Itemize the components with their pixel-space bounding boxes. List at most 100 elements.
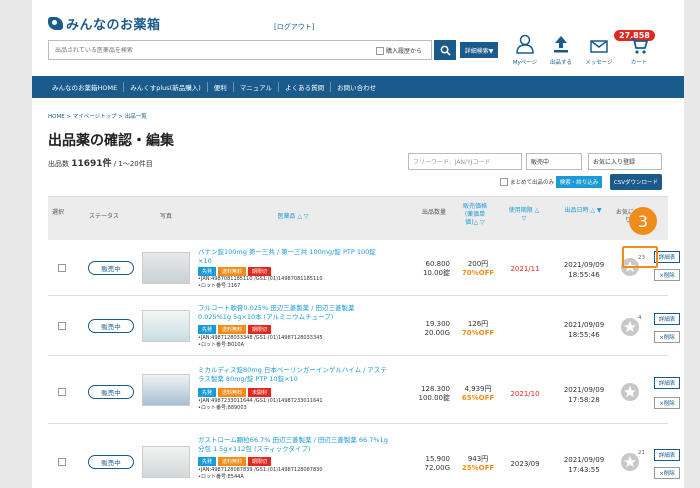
row-checkbox[interactable]	[58, 322, 66, 330]
product-name-link[interactable]: ガストローム顆粒66.7% 田辺三菱製薬 / 田辺三菱製薬 66.7%1g 分包…	[198, 436, 388, 454]
product-tags: 先発 送料無料 期限切	[198, 325, 272, 334]
lot-number: •ロット番号:889003	[198, 405, 247, 411]
upload-button[interactable]: 出品する	[544, 32, 578, 68]
tag-original: 先発	[198, 325, 217, 334]
mypage-button[interactable]: Myページ	[508, 32, 542, 68]
tag-free-shipping: 送料無料	[218, 267, 247, 276]
upload-label: 出品する	[549, 60, 572, 66]
nav-item-faq[interactable]: よくある質問	[279, 82, 332, 92]
product-name-link[interactable]: フルコート軟膏0.025% 田辺三菱製薬 / 田辺三菱製薬 0.025%1g 5…	[198, 304, 388, 322]
star-icon	[621, 318, 639, 336]
favorite-count: 21	[638, 450, 645, 456]
site-logo[interactable]: みんなのお薬箱	[48, 14, 161, 33]
product-thumbnail[interactable]	[142, 446, 190, 478]
status-pill[interactable]: 販売中	[88, 385, 134, 399]
favorite-toggle[interactable]	[620, 382, 642, 404]
header-date[interactable]: 出品日時 △ ▼	[560, 207, 606, 215]
outer-background-right	[684, 0, 700, 488]
listing-date-time: 18:55:46	[568, 331, 600, 339]
tag-original: 先発	[198, 388, 217, 397]
delete-button[interactable]: ×削除	[654, 269, 680, 281]
lot-number: •ロット番号:B010A	[198, 342, 245, 348]
favorite-toggle[interactable]: 21	[620, 450, 645, 474]
listing-date-day: 2021/09/09	[563, 386, 605, 394]
lot-number: •ロット番号:1167	[198, 283, 241, 289]
table-row: 販売中 ガストローム顆粒66.7% 田辺三菱製薬 / 田辺三菱製薬 66.7%1…	[48, 424, 680, 488]
header-name[interactable]: 医薬品 △ ▽	[248, 213, 338, 221]
tag-condition: 期限切	[248, 457, 272, 466]
table-row: 販売中 バナン錠100mg 第一三共 / 第一三共 100mg/錠 PTP 10…	[48, 240, 680, 296]
edit-button[interactable]: 詳細表	[654, 377, 680, 389]
count-value: 11691件	[71, 159, 112, 169]
expiry-value: 2021/10	[510, 390, 540, 398]
main-nav: みんなのお薬箱HOME みんくすplus(新品購入) 便利 マニュアル よくある…	[32, 76, 684, 98]
expiry-value: 2023/09	[510, 460, 540, 468]
delete-button[interactable]: ×削除	[654, 467, 680, 479]
lot-number: •ロット番号:E544A	[198, 474, 244, 480]
filter-search-button[interactable]: 検索・絞り込み	[556, 176, 602, 188]
breadcrumb[interactable]: HOME > マイページトップ > 出品一覧	[48, 112, 147, 120]
search-button[interactable]	[434, 40, 456, 60]
csv-download-button[interactable]: CSVダウンロード	[610, 174, 662, 190]
quantity-unit: 100.00錠	[418, 394, 451, 402]
listing-date-day: 2021/09/09	[563, 321, 605, 329]
bulk-only-checkbox[interactable]	[500, 178, 508, 186]
page-title: 出品薬の確認・編集	[48, 133, 174, 149]
row-checkbox[interactable]	[58, 264, 66, 272]
user-icon	[516, 34, 534, 54]
star-icon	[621, 383, 639, 401]
cart-button[interactable]: カート	[622, 32, 656, 68]
listing-date-day: 2021/09/09	[563, 456, 605, 464]
search-input[interactable]	[49, 46, 369, 54]
star-icon	[621, 453, 639, 471]
quantity-unit: 20.00G	[424, 329, 450, 337]
quantity-unit: 10.00錠	[422, 269, 450, 277]
jan-code: •JAN:4987128033348 /GS1:(01)149871280333…	[198, 335, 323, 341]
row-checkbox[interactable]	[58, 388, 66, 396]
header-expiry[interactable]: 使用期限 △ ▽	[506, 207, 542, 223]
delete-button[interactable]: ×削除	[654, 331, 680, 343]
nav-item-contact[interactable]: お問い合わせ	[331, 82, 382, 92]
status-pill[interactable]: 販売中	[88, 319, 134, 333]
product-tags: 先発 送料無料 期限切	[198, 267, 272, 276]
nav-item-home[interactable]: みんなのお薬箱HOME	[46, 82, 125, 92]
nav-item-manual[interactable]: マニュアル	[234, 82, 280, 92]
delete-button[interactable]: ×削除	[654, 397, 680, 409]
listing-count: 出品数 11691件 / 1〜20件目	[48, 156, 153, 169]
logout-link[interactable]: [ログアウト]	[274, 22, 314, 32]
table-row: 販売中 フルコート軟膏0.025% 田辺三菱製薬 / 田辺三菱製薬 0.025%…	[48, 296, 680, 356]
edit-button[interactable]: 詳細表	[654, 313, 680, 325]
purchase-history-checkbox[interactable]	[376, 46, 384, 55]
row-checkbox[interactable]	[58, 458, 66, 466]
jan-code: •JAN:4987128087839 /GS1:(01)149871280878…	[198, 467, 323, 473]
header-price[interactable]: 販売価格(薬価単価)△ ▽	[460, 203, 490, 227]
favorite-toggle[interactable]: 4	[620, 315, 642, 339]
status-pill[interactable]: 販売中	[88, 455, 134, 469]
cart-icon	[631, 38, 649, 54]
listing-date-time: 18:55:46	[568, 271, 600, 279]
favorite-filter-select[interactable]: お気に入り登録	[588, 153, 662, 170]
nav-item-plus[interactable]: みんくすplus(新品購入)	[124, 82, 208, 92]
purchase-history-option[interactable]: 購入履歴から	[376, 46, 422, 55]
edit-button[interactable]: 詳細表	[654, 449, 680, 461]
table-row: 販売中 ミカルディス錠80mg 日本ベーリンガーインゲルハイム / アステラス製…	[48, 356, 680, 424]
search-icon	[440, 45, 451, 56]
search-field[interactable]	[48, 40, 432, 60]
discount-rate: 25%OFF	[461, 464, 495, 472]
logo-text: みんなのお薬箱	[66, 17, 161, 33]
product-thumbnail[interactable]	[142, 374, 190, 406]
nav-item-convenient[interactable]: 便利	[208, 82, 234, 92]
product-tags: 先発 送料無料 未開封	[198, 388, 272, 397]
product-name-link[interactable]: ミカルディス錠80mg 日本ベーリンガーインゲルハイム / アステラス製薬 80…	[198, 366, 388, 384]
product-thumbnail[interactable]	[142, 310, 190, 342]
price-amount: 126円	[467, 320, 489, 328]
quantity-value: 60.800 10.00錠	[406, 260, 450, 278]
product-thumbnail[interactable]	[142, 252, 190, 284]
status-pill[interactable]: 販売中	[88, 261, 134, 275]
advanced-search-button[interactable]: 詳細検索▼	[460, 42, 498, 58]
bulk-only-option[interactable]: まとめて出品のみ	[500, 178, 554, 186]
product-name-link[interactable]: バナン錠100mg 第一三共 / 第一三共 100mg/錠 PTP 100錠×1…	[198, 248, 388, 266]
message-button[interactable]: メッセージ	[582, 32, 616, 68]
status-filter-select[interactable]: 販売中	[526, 153, 582, 170]
keyword-filter-input[interactable]: フリーワード、JAN/YJコード	[408, 153, 522, 170]
